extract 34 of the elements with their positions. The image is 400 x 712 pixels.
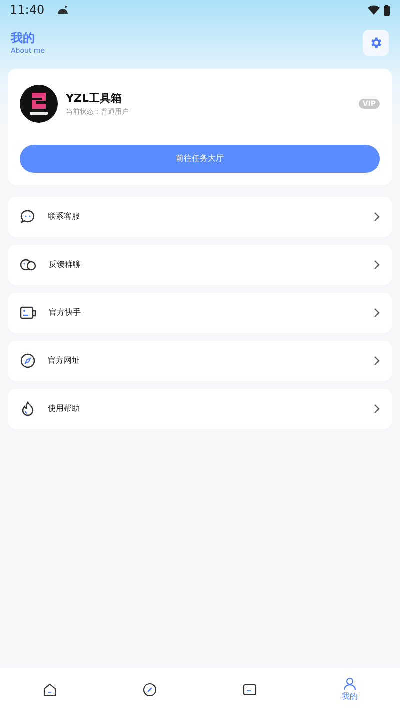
nav-tab[interactable]: 我的 bbox=[300, 668, 400, 712]
person-icon bbox=[343, 677, 357, 691]
app-name: YZL工具箱 bbox=[66, 90, 123, 106]
menu-item[interactable]: 反馈群聊 bbox=[8, 245, 392, 285]
flame-icon bbox=[20, 401, 36, 417]
nav-label: 我的 bbox=[342, 691, 358, 703]
id-card-icon bbox=[243, 683, 257, 697]
chat-bubble-icon bbox=[20, 209, 36, 225]
android-icon bbox=[56, 5, 69, 15]
menu-label: 官方快手 bbox=[49, 307, 82, 319]
menu-item[interactable]: 联系客服 bbox=[8, 197, 392, 237]
settings-button[interactable] bbox=[363, 30, 389, 56]
chevron-right-icon bbox=[374, 260, 380, 270]
chevron-right-icon bbox=[374, 212, 380, 222]
compass-icon bbox=[143, 683, 157, 697]
status-time: 11:40 bbox=[10, 2, 45, 19]
menu-label: 使用帮助 bbox=[48, 403, 81, 415]
settings-icon bbox=[369, 36, 383, 50]
menu-item[interactable]: 官方网址 bbox=[8, 341, 392, 381]
menu-label: 联系客服 bbox=[48, 211, 81, 223]
page-title: 我的 bbox=[11, 30, 36, 46]
compass-icon bbox=[20, 353, 36, 369]
id-card-icon bbox=[20, 305, 37, 321]
battery-icon bbox=[384, 4, 390, 16]
home-icon bbox=[43, 683, 57, 697]
wifi-icon bbox=[368, 5, 380, 15]
menu-item[interactable]: 官方快手 bbox=[8, 293, 392, 333]
chevron-right-icon bbox=[374, 308, 380, 318]
chat-bubbles-icon bbox=[20, 257, 37, 273]
menu-label: 官方网址 bbox=[48, 355, 81, 367]
chevron-right-icon bbox=[374, 404, 380, 414]
chevron-right-icon bbox=[374, 356, 380, 366]
menu-item[interactable]: 使用帮助 bbox=[8, 389, 392, 429]
menu-label: 反馈群聊 bbox=[49, 259, 82, 271]
